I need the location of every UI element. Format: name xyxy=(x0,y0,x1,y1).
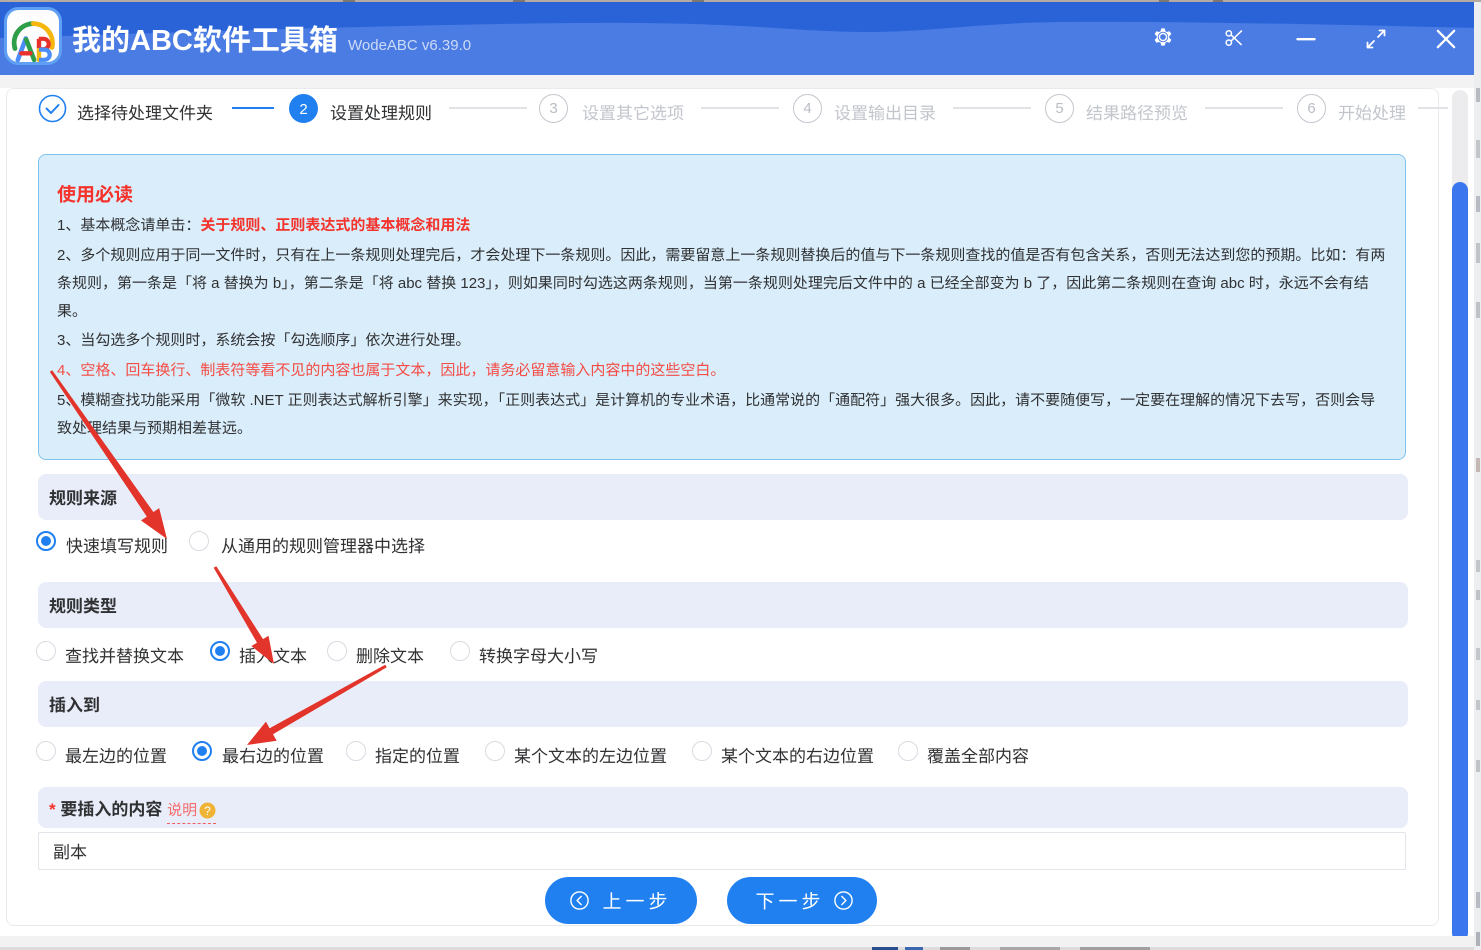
svg-text:?: ? xyxy=(204,803,211,817)
